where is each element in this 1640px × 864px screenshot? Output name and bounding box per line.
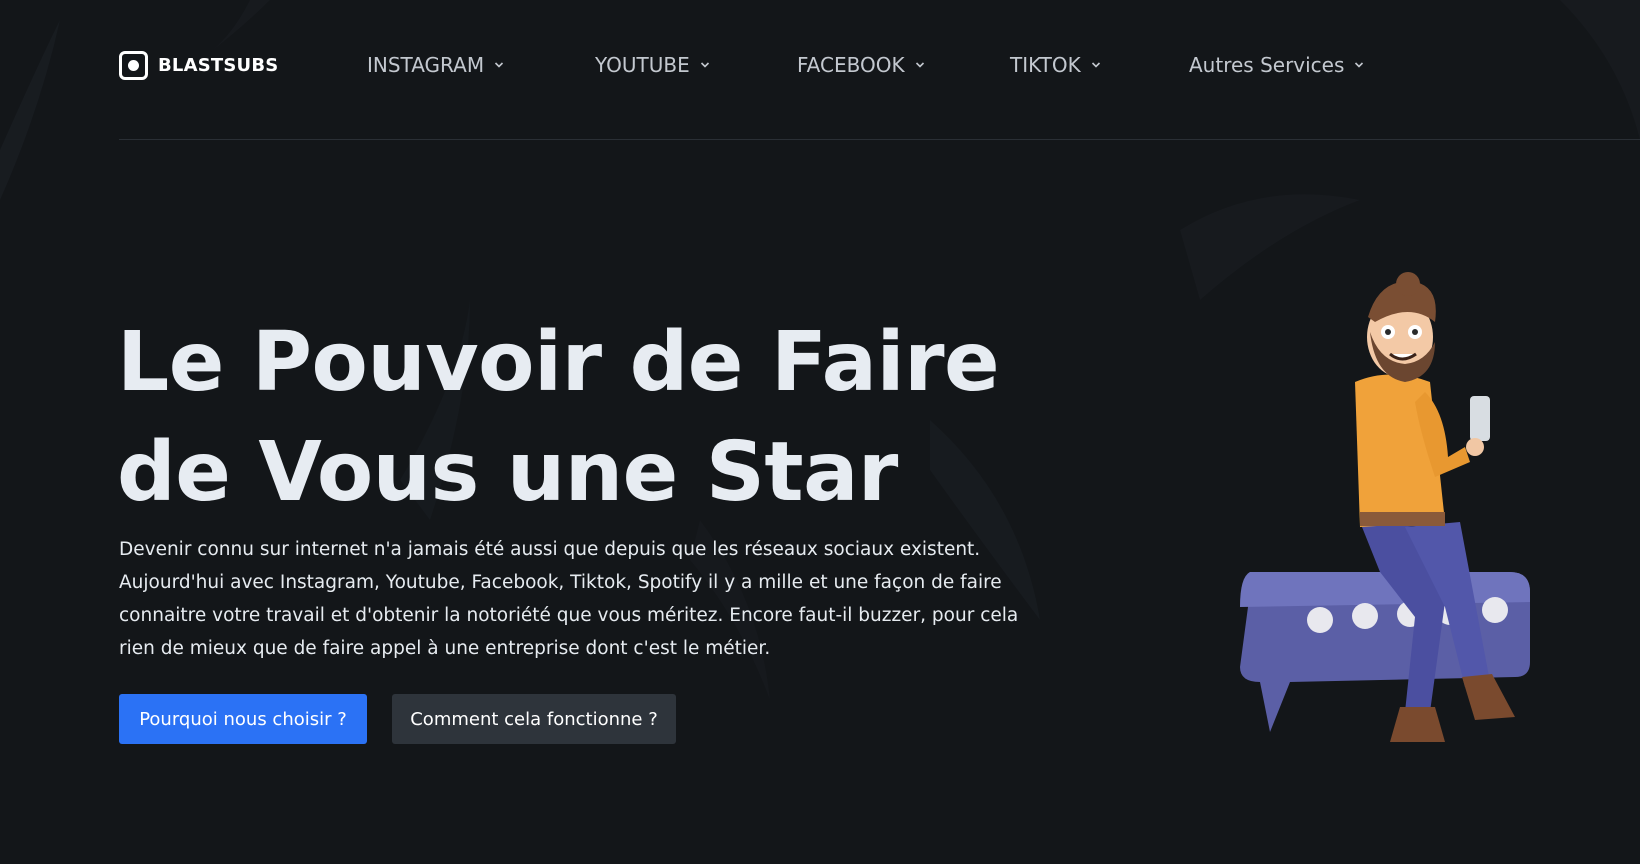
chevron-down-icon [700, 60, 710, 70]
main-nav: INSTAGRAM YOUTUBE FACEBOOK TIKTOK Autres… [0, 48, 1640, 82]
hero-title: Le Pouvoir de Faire de Vous une Star [117, 308, 1017, 528]
hero-title-line-1: Le Pouvoir de Faire [117, 315, 1000, 410]
nav-item-label: INSTAGRAM [367, 53, 485, 77]
nav-item-label: TIKTOK [1010, 53, 1081, 77]
chevron-down-icon [1354, 60, 1364, 70]
landing-page: BLASTSUBS INSTAGRAM YOUTUBE FACEBOOK TIK… [0, 0, 1640, 864]
header-divider [119, 139, 1640, 140]
why-choose-us-button[interactable]: Pourquoi nous choisir ? [119, 694, 367, 744]
nav-item-autres-services[interactable]: Autres Services [1189, 48, 1364, 82]
nav-item-label: Autres Services [1189, 53, 1345, 77]
chevron-down-icon [1091, 60, 1101, 70]
hero-description-line: Devenir connu sur internet n'a jamais ét… [119, 539, 981, 560]
nav-item-youtube[interactable]: YOUTUBE [595, 48, 710, 82]
hero-description: Devenir connu sur internet n'a jamais ét… [119, 533, 1019, 665]
hero-description-line: connaitre votre travail et d'obtenir la … [119, 605, 1019, 626]
site-header: BLASTSUBS INSTAGRAM YOUTUBE FACEBOOK TIK… [0, 0, 1640, 140]
chevron-down-icon [494, 60, 504, 70]
hero-title-line-2: de Vous une Star [117, 425, 898, 520]
how-it-works-button[interactable]: Comment cela fonctionne ? [392, 694, 676, 744]
hero-description-line: rien de mieux que de faire appel à une e… [119, 638, 771, 659]
nav-item-tiktok[interactable]: TIKTOK [1010, 48, 1101, 82]
nav-item-facebook[interactable]: FACEBOOK [797, 48, 925, 82]
man-on-chat-bubble-illustration [1240, 272, 1530, 742]
chevron-down-icon [915, 60, 925, 70]
nav-item-label: YOUTUBE [595, 53, 690, 77]
hero-description-line: Aujourd'hui avec Instagram, Youtube, Fac… [119, 572, 1002, 593]
nav-item-label: FACEBOOK [797, 53, 905, 77]
nav-item-instagram[interactable]: INSTAGRAM [367, 48, 504, 82]
